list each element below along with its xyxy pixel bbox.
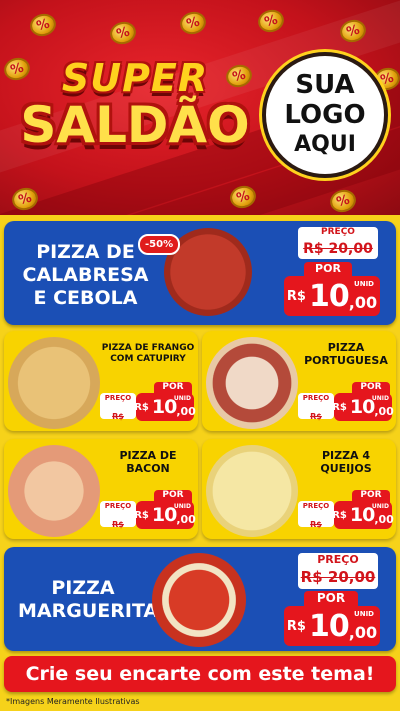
percent-coin-icon: % <box>255 7 287 35</box>
pizza-image <box>8 445 100 537</box>
old-price: R$ 20,00 <box>310 412 322 421</box>
product-name-line: COM CATUPIRY <box>110 354 186 364</box>
price-cents: ,00 <box>348 623 378 642</box>
price-cents: ,00 <box>348 293 378 312</box>
price-int: 10 <box>151 396 177 418</box>
old-price-box: PREÇO R$ 20,00 <box>100 393 136 421</box>
product-card-frango: PIZZA DE FRANGO COM CATUPIRY POR PREÇO R… <box>4 331 198 431</box>
unit-label: UNID <box>371 503 389 510</box>
product-name-line: PIZZA DE FRANGO <box>101 343 195 353</box>
preco-label: PREÇO <box>104 394 132 402</box>
preco-label: PREÇO <box>104 502 132 510</box>
product-name-line: PIZZA <box>327 341 365 354</box>
super-saldao-title: SUPER SALDÃO <box>20 56 250 150</box>
header-banner: % % % % % % % % % % % SUPER SALDÃO SUA L… <box>0 0 400 215</box>
logo-text: LOGO <box>284 100 366 130</box>
unit-label: UNID <box>371 395 389 402</box>
product-name: PIZZA DE FRANGO COM CATUPIRY <box>100 343 196 365</box>
old-price-box: PREÇO R$ 20,00 <box>298 227 378 259</box>
old-price: R$ 20,00 <box>112 520 124 529</box>
unit-label: UNID <box>354 280 374 288</box>
new-price: R$ 10 ,00 UNID <box>134 393 196 421</box>
currency: R$ <box>332 401 347 413</box>
preco-label: PREÇO <box>321 227 355 237</box>
product-card-bacon: PIZZA DE BACON POR PREÇO R$ 20,00 R$ 10 … <box>4 439 198 539</box>
preco-label: PREÇO <box>302 394 330 402</box>
pizza-image <box>8 337 100 429</box>
percent-coin-icon: % <box>27 11 59 39</box>
old-price: R$ 20,00 <box>303 241 373 257</box>
product-name: PIZZA PORTUGUESA <box>298 341 394 367</box>
discount-badge: -50% <box>138 234 181 255</box>
product-name: PIZZA DE CALABRESA E CEBOLA <box>18 241 153 310</box>
preco-label: PREÇO <box>302 502 330 510</box>
product-card-portuguesa: PIZZA PORTUGUESA POR PREÇO R$ 20,00 R$ 1… <box>202 331 396 431</box>
price-cents: ,00 <box>176 405 196 418</box>
preco-label: PREÇO <box>317 553 359 566</box>
pizza-image <box>206 445 298 537</box>
currency: R$ <box>134 401 149 413</box>
price-cents: ,00 <box>176 513 196 526</box>
product-card-4-queijos: PIZZA 4 QUEIJOS POR PREÇO R$ 20,00 R$ 10… <box>202 439 396 539</box>
product-name: PIZZA DE BACON <box>100 449 196 475</box>
new-price: R$ 10 ,00 UNID <box>332 501 394 529</box>
product-name-line: E CEBOLA <box>33 287 138 309</box>
brand-line1: SUPER <box>61 56 209 100</box>
product-name: PIZZA 4 QUEIJOS <box>298 449 394 475</box>
product-name-line: BACON <box>126 462 170 475</box>
logo-text: SUA <box>295 70 355 100</box>
old-price-box: PREÇO R$ 20,00 <box>298 501 334 529</box>
percent-coin-icon: % <box>107 19 139 47</box>
price-int: 10 <box>151 504 177 526</box>
product-name-line: QUEIJOS <box>320 462 372 475</box>
old-price-box: PREÇO R$ 20,00 <box>298 553 378 589</box>
product-name-line: PORTUGUESA <box>304 354 388 367</box>
unit-label: UNID <box>173 503 191 510</box>
cta-banner[interactable]: Crie seu encarte com este tema! <box>4 656 396 692</box>
old-price-box: PREÇO R$ 20,00 <box>298 393 334 421</box>
product-card-marguerita: PIZZA MARGUERITA PREÇO R$ 20,00 POR R$ 1… <box>4 547 396 651</box>
product-name: PIZZA MARGUERITA <box>18 577 159 623</box>
pizza-image <box>206 337 298 429</box>
unit-label: UNID <box>354 610 374 618</box>
price-int: 10 <box>308 278 350 314</box>
product-name-line: PIZZA DE <box>36 241 135 263</box>
new-price: R$ 10 ,00 UNID <box>134 501 196 529</box>
pizza-image <box>152 553 246 647</box>
logo-text: AQUI <box>294 132 356 157</box>
currency: R$ <box>286 618 306 634</box>
percent-coin-icon: % <box>177 9 209 37</box>
product-name-line: PIZZA 4 <box>321 449 371 462</box>
currency: R$ <box>332 509 347 521</box>
product-name-line: PIZZA <box>51 577 115 599</box>
product-card-calabresa: PIZZA DE CALABRESA E CEBOLA -50% PREÇO R… <box>4 221 396 325</box>
currency: R$ <box>286 288 306 304</box>
footnote: *Imagens Meramente Ilustrativas <box>6 697 140 706</box>
old-price: R$ 20,00 <box>112 412 124 421</box>
new-price: R$ 10 ,00 UNID <box>332 393 394 421</box>
new-price: R$ 10 ,00 UNID <box>284 606 380 646</box>
logo-placeholder: SUA LOGO AQUI <box>262 52 388 178</box>
price-int: 10 <box>308 608 350 644</box>
brand-line2: SALDÃO <box>20 96 250 154</box>
product-name-line: CALABRESA <box>22 264 149 286</box>
product-name-line: PIZZA DE <box>119 449 177 462</box>
product-name-line: MARGUERITA <box>18 600 159 622</box>
old-price: R$ 20,00 <box>300 568 376 586</box>
old-price-box: PREÇO R$ 20,00 <box>100 501 136 529</box>
price-int: 10 <box>349 504 375 526</box>
price-int: 10 <box>349 396 375 418</box>
unit-label: UNID <box>173 395 191 402</box>
new-price: R$ 10 ,00 UNID <box>284 276 380 316</box>
price-cents: ,00 <box>374 513 394 526</box>
old-price: R$ 20,00 <box>310 520 322 529</box>
currency: R$ <box>134 509 149 521</box>
price-cents: ,00 <box>374 405 394 418</box>
